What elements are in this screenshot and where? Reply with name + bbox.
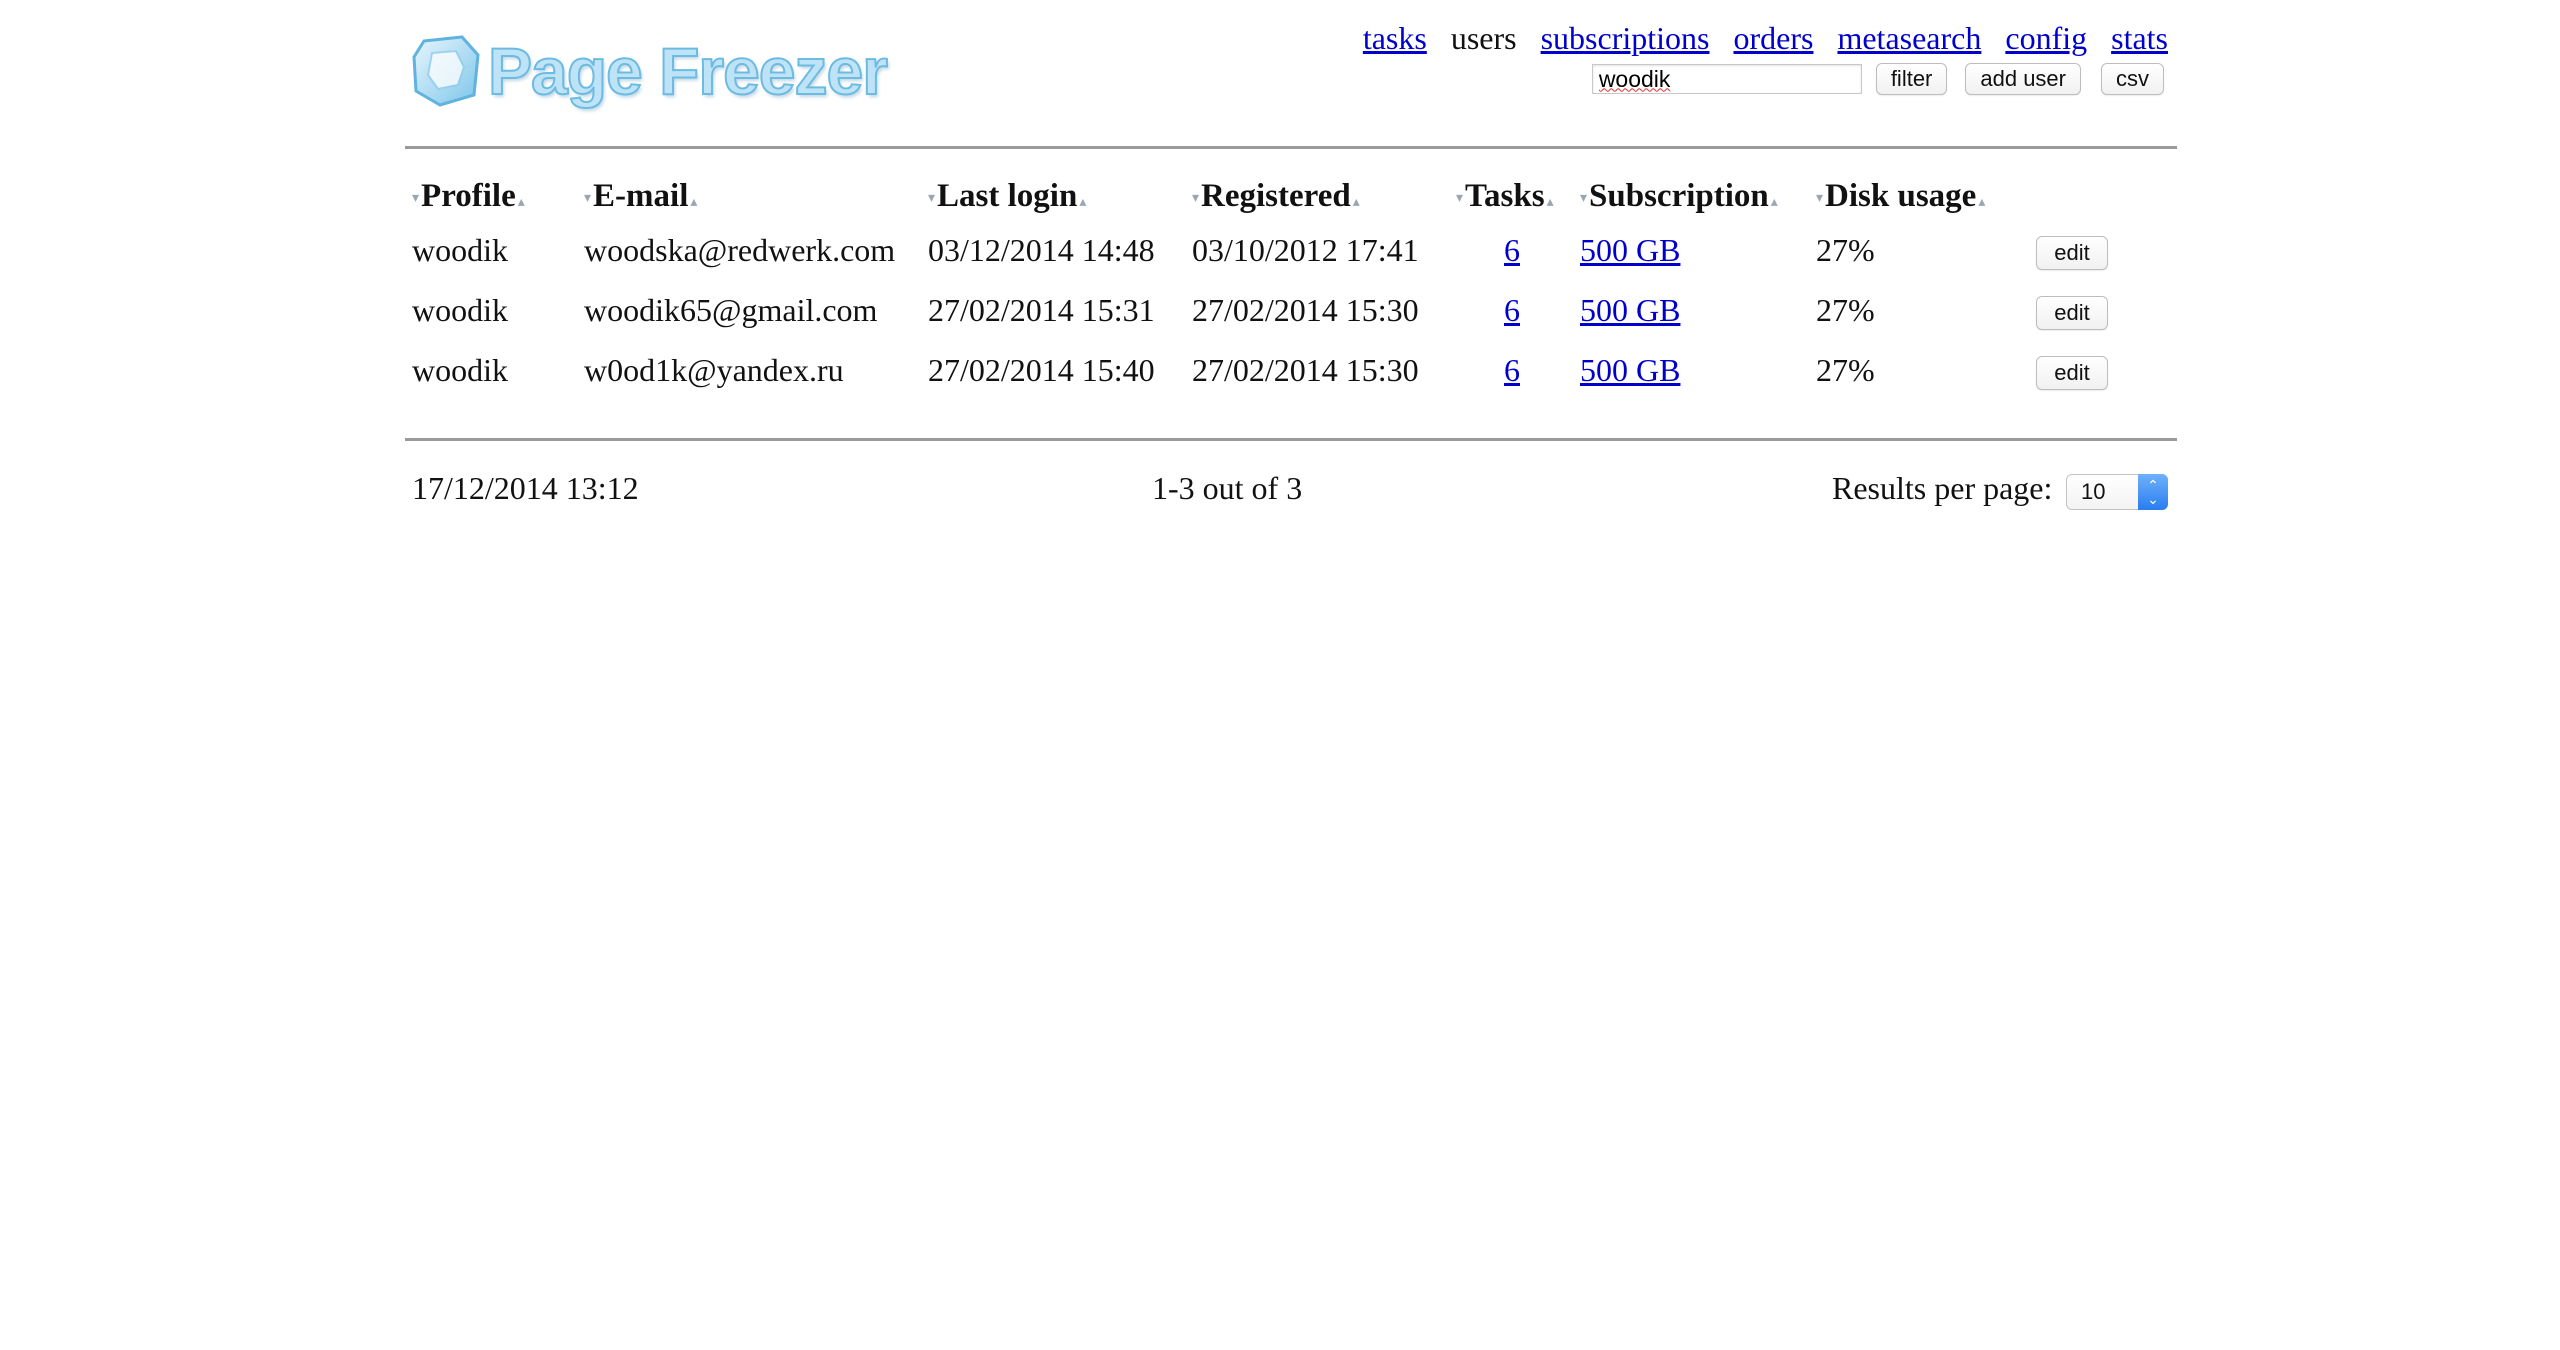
column-header-disk-usage[interactable]: ▾ Disk usage ▴ <box>1816 178 1985 215</box>
last-login-cell: 27/02/2014 15:40 <box>928 352 1155 388</box>
column-header-last-login[interactable]: ▾ Last login ▴ <box>928 178 1086 215</box>
column-label: E-mail <box>593 178 689 214</box>
column-label: Tasks <box>1465 178 1545 214</box>
last-login-cell: 03/12/2014 14:48 <box>928 232 1155 268</box>
subscription-link[interactable]: 500 GB <box>1580 292 1680 328</box>
logo-text: Page Freezer <box>487 33 889 109</box>
registered-cell: 27/02/2014 15:30 <box>1192 352 1419 388</box>
registered-cell: 03/10/2012 17:41 <box>1192 232 1419 268</box>
disk-usage-cell: 27% <box>1816 232 1875 268</box>
subscription-link[interactable]: 500 GB <box>1580 232 1680 268</box>
filter-button[interactable]: filter <box>1875 63 1948 95</box>
column-header-email[interactable]: ▾ E-mail ▴ <box>584 178 697 215</box>
sort-asc-icon[interactable]: ▴ <box>690 194 697 211</box>
toolbar: filter add user csv <box>1591 63 2164 95</box>
tasks-link[interactable]: 6 <box>1504 292 1520 328</box>
select-stepper-icon[interactable]: ⌃ ⌄ <box>2138 474 2168 510</box>
sort-asc-icon[interactable]: ▴ <box>1353 194 1360 211</box>
nav-stats[interactable]: stats <box>2111 20 2168 57</box>
edit-button[interactable]: edit <box>2036 296 2108 330</box>
pagination-count: 1-3 out of 3 <box>1152 470 1303 506</box>
email-cell: woodik65@gmail.com <box>584 292 878 328</box>
sort-asc-icon[interactable]: ▴ <box>1547 194 1554 211</box>
sort-asc-icon[interactable]: ▴ <box>1978 194 1985 211</box>
bottom-divider <box>405 438 2177 441</box>
results-per-page-label: Results per page: <box>1832 470 2053 506</box>
results-per-page-select[interactable]: 10 ⌃ ⌄ <box>2066 474 2168 510</box>
nav-orders[interactable]: orders <box>1733 20 1813 57</box>
results-per-page-value: 10 <box>2081 479 2106 504</box>
sort-desc-icon[interactable]: ▾ <box>928 190 935 207</box>
sort-asc-icon[interactable]: ▴ <box>1079 194 1086 211</box>
page-freezer-logo[interactable]: Page Freezer <box>410 26 889 116</box>
profile-cell: woodik <box>412 352 508 388</box>
registered-cell: 27/02/2014 15:30 <box>1192 292 1419 328</box>
last-login-cell: 27/02/2014 15:31 <box>928 292 1155 328</box>
sort-desc-icon[interactable]: ▾ <box>1816 190 1823 207</box>
disk-usage-cell: 27% <box>1816 352 1875 388</box>
column-header-subscription[interactable]: ▾ Subscription ▴ <box>1580 178 1778 215</box>
sort-desc-icon[interactable]: ▾ <box>412 190 419 207</box>
page: Page Freezer tasks users subscriptions o… <box>0 0 2560 1350</box>
table-footer: 17/12/2014 13:12 1-3 out of 3 Results pe… <box>412 470 2172 520</box>
add-user-button[interactable]: add user <box>1965 63 2081 95</box>
search-input[interactable] <box>1591 64 1862 94</box>
profile-cell: woodik <box>412 292 508 328</box>
sort-asc-icon[interactable]: ▴ <box>1771 194 1778 211</box>
top-divider <box>405 146 2177 149</box>
column-label: Last login <box>937 178 1078 214</box>
subscription-link[interactable]: 500 GB <box>1580 352 1680 388</box>
nav-config[interactable]: config <box>2005 20 2087 57</box>
sort-desc-icon[interactable]: ▾ <box>1192 190 1199 207</box>
nav-metasearch[interactable]: metasearch <box>1837 20 1981 57</box>
sort-desc-icon[interactable]: ▾ <box>1580 190 1587 207</box>
nav-subscriptions[interactable]: subscriptions <box>1541 20 1710 57</box>
email-cell: w0od1k@yandex.ru <box>584 352 844 388</box>
tasks-link[interactable]: 6 <box>1504 352 1520 388</box>
nav-tasks[interactable]: tasks <box>1363 20 1427 57</box>
column-label: Registered <box>1201 178 1351 214</box>
sort-asc-icon[interactable]: ▴ <box>518 194 525 211</box>
edit-button[interactable]: edit <box>2036 356 2108 390</box>
edit-button[interactable]: edit <box>2036 236 2108 270</box>
column-label: Disk usage <box>1825 178 1977 214</box>
ice-cube-logo-icon <box>412 35 480 107</box>
disk-usage-cell: 27% <box>1816 292 1875 328</box>
column-header-registered[interactable]: ▾ Registered ▴ <box>1192 178 1360 215</box>
nav-users: users <box>1450 20 1517 56</box>
timestamp: 17/12/2014 13:12 <box>412 470 639 506</box>
profile-cell: woodik <box>412 232 508 268</box>
sort-desc-icon[interactable]: ▾ <box>1456 190 1463 207</box>
main-nav: tasks users subscriptions orders metasea… <box>1363 20 2168 57</box>
column-header-profile[interactable]: ▾ Profile ▴ <box>412 178 525 215</box>
column-label: Subscription <box>1589 178 1769 214</box>
column-label: Profile <box>421 178 516 214</box>
tasks-link[interactable]: 6 <box>1504 232 1520 268</box>
sort-desc-icon[interactable]: ▾ <box>584 190 591 207</box>
csv-button[interactable]: csv <box>2101 63 2164 95</box>
column-header-tasks[interactable]: ▾ Tasks ▴ <box>1456 178 1554 215</box>
email-cell: woodska@redwerk.com <box>584 232 896 268</box>
